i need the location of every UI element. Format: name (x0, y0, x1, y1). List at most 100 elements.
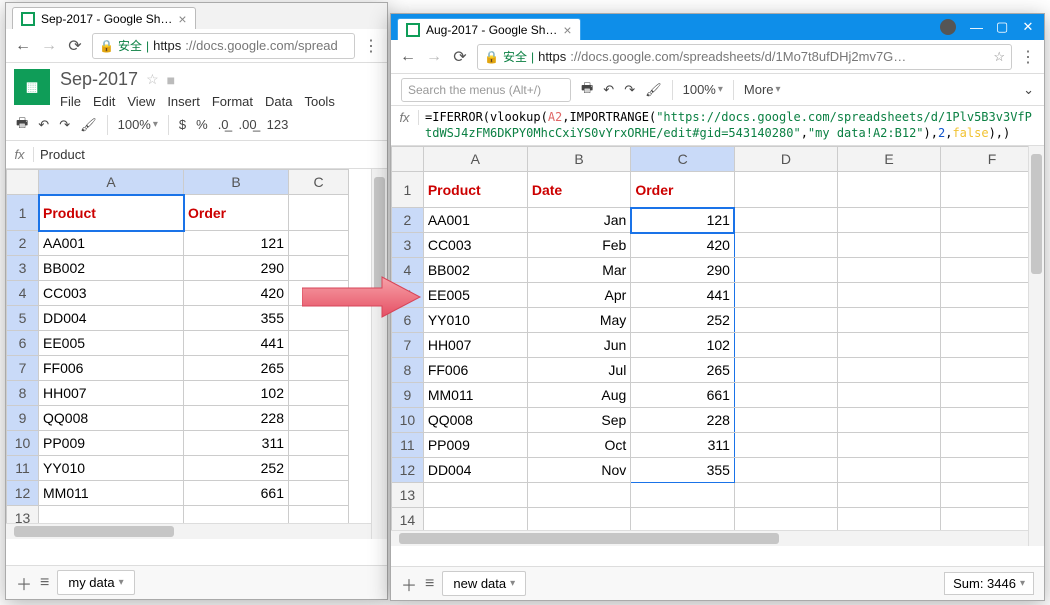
cell-A4[interactable]: BB002 (423, 258, 527, 283)
cell-C5[interactable]: 441 (631, 283, 735, 308)
bookmark-icon[interactable]: ☆ (993, 49, 1005, 65)
folder-icon[interactable]: ■ (167, 72, 175, 88)
sheet-tab[interactable]: my data▾ (57, 570, 134, 595)
cell-A12[interactable]: DD004 (423, 458, 527, 483)
browser-tab[interactable]: Sep-2017 - Google Sh… × (12, 7, 196, 29)
cell-A8[interactable]: HH007 (39, 381, 184, 406)
row-header[interactable]: 6 (7, 331, 39, 356)
cell-B10[interactable]: 311 (184, 431, 289, 456)
col-header-A[interactable]: A (423, 147, 527, 172)
cell-C6[interactable]: 252 (631, 308, 735, 333)
cell-C10[interactable]: 228 (631, 408, 735, 433)
redo-icon[interactable]: ↷ (624, 82, 635, 98)
cell-C1[interactable]: Order (631, 172, 735, 208)
all-sheets-button[interactable]: ≡ (40, 574, 49, 592)
cell-A3[interactable]: CC003 (423, 233, 527, 258)
cell-A2[interactable]: AA001 (39, 231, 184, 256)
row-header[interactable]: 7 (7, 356, 39, 381)
cell-B7[interactable]: 265 (184, 356, 289, 381)
back-button[interactable]: ← (399, 48, 417, 66)
row-header[interactable]: 1 (392, 172, 424, 208)
cell-A6[interactable]: YY010 (423, 308, 527, 333)
row-header[interactable]: 10 (7, 431, 39, 456)
cell-C9[interactable] (289, 406, 349, 431)
cell-A12[interactable]: MM011 (39, 481, 184, 506)
cell-A6[interactable]: EE005 (39, 331, 184, 356)
cell-C9[interactable]: 661 (631, 383, 735, 408)
close-window-button[interactable]: ✕ (1022, 19, 1034, 35)
cell-B2[interactable]: 121 (184, 231, 289, 256)
row-header[interactable]: 5 (7, 306, 39, 331)
row-header[interactable]: 7 (392, 333, 424, 358)
menu-tools[interactable]: Tools (304, 94, 334, 109)
cell-B5[interactable]: 355 (184, 306, 289, 331)
cell-C11[interactable] (289, 456, 349, 481)
formula-input[interactable]: =IFERROR(vlookup(A2,IMPORTRANGE("https:/… (419, 110, 1044, 141)
cell-C12[interactable]: 355 (631, 458, 735, 483)
doc-title[interactable]: Sep-2017 (60, 69, 138, 90)
row-header[interactable]: 12 (392, 458, 424, 483)
cell-B2[interactable]: Jan (527, 208, 630, 233)
cell-C3[interactable]: 420 (631, 233, 735, 258)
cell-C4[interactable]: 290 (631, 258, 735, 283)
row-header[interactable]: 8 (7, 381, 39, 406)
menu-edit[interactable]: Edit (93, 94, 115, 109)
browser-menu-icon[interactable]: ⋮ (1020, 47, 1036, 67)
cell-B4[interactable]: 420 (184, 281, 289, 306)
cell-A9[interactable]: QQ008 (39, 406, 184, 431)
col-header-B[interactable]: B (527, 147, 630, 172)
menu-format[interactable]: Format (212, 94, 253, 109)
row-header[interactable]: 11 (392, 433, 424, 458)
cell-A8[interactable]: FF006 (423, 358, 527, 383)
cell-C7[interactable] (289, 356, 349, 381)
cell-B6[interactable]: 441 (184, 331, 289, 356)
cell-B10[interactable]: Sep (527, 408, 630, 433)
col-header-E[interactable]: E (837, 147, 940, 172)
print-icon[interactable]: 🖶 (16, 114, 28, 136)
sum-indicator[interactable]: Sum: 3446▾ (944, 572, 1034, 595)
horizontal-scrollbar[interactable] (6, 523, 371, 539)
browser-menu-icon[interactable]: ⋮ (363, 36, 379, 56)
cell-A5[interactable]: DD004 (39, 306, 184, 331)
undo-icon[interactable]: ↶ (38, 117, 49, 133)
cell-A1[interactable]: Product (423, 172, 527, 208)
cell-B5[interactable]: Apr (527, 283, 630, 308)
row-header[interactable]: 14 (392, 508, 424, 533)
row-header[interactable]: 2 (7, 231, 39, 256)
url-input[interactable]: 🔒 安全 | https ://docs.google.com/spread (92, 33, 355, 59)
row-header[interactable]: 1 (7, 195, 39, 231)
cell-C11[interactable]: 311 (631, 433, 735, 458)
row-header[interactable]: 10 (392, 408, 424, 433)
paint-icon[interactable]: 🖌 (80, 117, 97, 133)
vertical-scrollbar[interactable] (371, 169, 387, 539)
cell-C10[interactable] (289, 431, 349, 456)
cell-B4[interactable]: Mar (527, 258, 630, 283)
star-icon[interactable]: ☆ (146, 71, 159, 88)
cell-C2[interactable] (289, 231, 349, 256)
row-header[interactable]: 2 (392, 208, 424, 233)
menu-insert[interactable]: Insert (167, 94, 200, 109)
col-header-D[interactable]: D (734, 147, 837, 172)
row-header[interactable]: 3 (392, 233, 424, 258)
cell-C1[interactable] (289, 195, 349, 231)
browser-tab[interactable]: Aug-2017 - Google Sh… × (397, 18, 581, 40)
cell-B9[interactable]: Aug (527, 383, 630, 408)
cell-A4[interactable]: CC003 (39, 281, 184, 306)
col-header-C[interactable]: C (631, 147, 735, 172)
cell-B1[interactable]: Order (184, 195, 289, 231)
cell-A7[interactable]: FF006 (39, 356, 184, 381)
menu-view[interactable]: View (127, 94, 155, 109)
sheet-tab[interactable]: new data▾ (442, 571, 526, 596)
format-currency[interactable]: $ (179, 117, 186, 132)
vertical-scrollbar[interactable] (1028, 146, 1044, 546)
close-tab-icon[interactable]: × (178, 11, 186, 27)
cell-A9[interactable]: MM011 (423, 383, 527, 408)
row-header[interactable]: 11 (7, 456, 39, 481)
menu-search-input[interactable]: Search the menus (Alt+/) (401, 78, 571, 102)
row-header[interactable]: 12 (7, 481, 39, 506)
reload-button[interactable]: ⟳ (451, 47, 469, 67)
add-sheet-button[interactable]: ＋ (401, 572, 417, 596)
cell-B12[interactable]: Nov (527, 458, 630, 483)
cell-B1[interactable]: Date (527, 172, 630, 208)
format-123[interactable]: 123 (267, 117, 289, 132)
